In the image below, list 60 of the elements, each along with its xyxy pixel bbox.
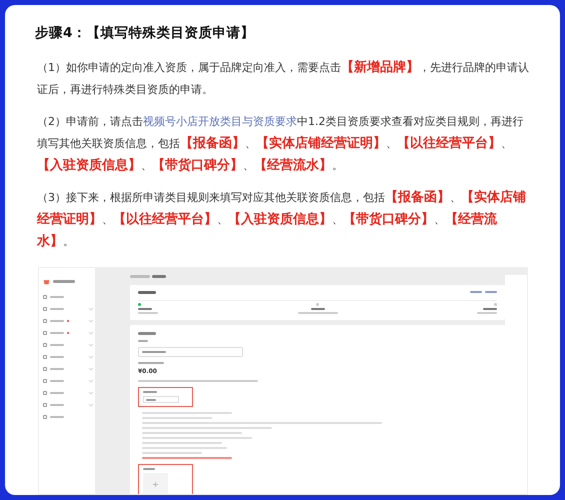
skeleton-line <box>142 351 166 354</box>
select-field[interactable] <box>143 396 179 404</box>
menu-item[interactable] <box>43 402 95 408</box>
menu-item[interactable] <box>43 378 95 384</box>
link[interactable]: 视频号小店开放类目与资质要求 <box>143 115 297 128</box>
skeleton-line <box>298 312 338 314</box>
skeleton-line <box>138 312 158 314</box>
skeleton-line <box>50 416 64 418</box>
skeleton-line <box>138 362 164 364</box>
paragraph: （1）如你申请的定向准入资质，属于品牌定向准入，需要点击【新增品牌】，先进行品牌的申请认证后，再进行特殊类目资质的申请。 <box>36 58 530 98</box>
menu-item[interactable] <box>43 366 95 372</box>
skeleton-line <box>50 404 64 406</box>
menu-icon <box>43 391 47 396</box>
menu-icon <box>43 319 47 324</box>
skeleton-line <box>143 468 155 470</box>
skeleton-line <box>142 417 212 420</box>
menu-icon <box>43 343 47 348</box>
skeleton-line <box>50 332 64 334</box>
skeleton-line <box>138 291 156 294</box>
step-heading: 步骤4：【填写特殊类目资质申请】 <box>35 24 256 43</box>
skeleton-line <box>50 320 64 322</box>
skeleton-line <box>53 280 75 284</box>
skeleton-line <box>50 356 64 358</box>
skeleton-line <box>50 296 64 298</box>
skeleton-line <box>50 368 64 370</box>
skeleton-line <box>146 398 156 401</box>
skeleton-line <box>142 452 202 454</box>
skeleton-line <box>50 392 64 394</box>
menu-icon <box>43 307 47 312</box>
select-field[interactable] <box>138 347 243 358</box>
skeleton-line <box>50 344 64 346</box>
skeleton-line <box>470 291 482 294</box>
skeleton-line <box>138 308 152 310</box>
menu-icon <box>43 355 47 360</box>
skeleton-line <box>483 308 497 310</box>
menu-item[interactable] <box>43 330 95 336</box>
paragraph: （2）申请前，请点击视频号小店开放类目与资质要求中1.2类目资质要求查看对应类目规则，再进行填写其他关联资质信息，包括【报备函】、【实体店铺经营证明】、【以往经营平台】、 【入驻资质信息】、【带货口碑分】、【经营流水】。 <box>36 114 524 176</box>
skeleton-line <box>485 291 497 294</box>
menu-item[interactable] <box>43 318 95 324</box>
shop-logo-icon <box>43 278 50 286</box>
menu-icon <box>43 403 47 408</box>
skeleton-line <box>310 308 324 310</box>
skeleton-line <box>138 340 148 342</box>
menu-item[interactable] <box>43 306 95 312</box>
skeleton-line <box>130 275 150 278</box>
menu-item[interactable] <box>43 354 95 360</box>
menu-icon <box>43 415 47 420</box>
menu-icon <box>43 379 47 384</box>
skeleton-line <box>138 332 156 336</box>
paragraph: （3）接下来，根据所申请类目规则来填写对应其他关联资质信息，包括【报备函】、【实体店铺经营证明】、【以往经营平台】、【入驻资质信息】、【带货口碑分】、【经营流水】。 <box>36 188 527 252</box>
skeleton-line <box>50 380 64 382</box>
menu-item[interactable] <box>43 342 95 348</box>
skeleton-line <box>143 391 157 394</box>
skeleton-line <box>152 275 166 278</box>
menu-icon <box>43 331 47 336</box>
menu-item[interactable] <box>43 390 95 396</box>
skeleton-line <box>477 312 497 314</box>
menu-icon <box>43 295 47 300</box>
menu-icon <box>43 367 47 372</box>
skeleton-line <box>50 308 64 310</box>
